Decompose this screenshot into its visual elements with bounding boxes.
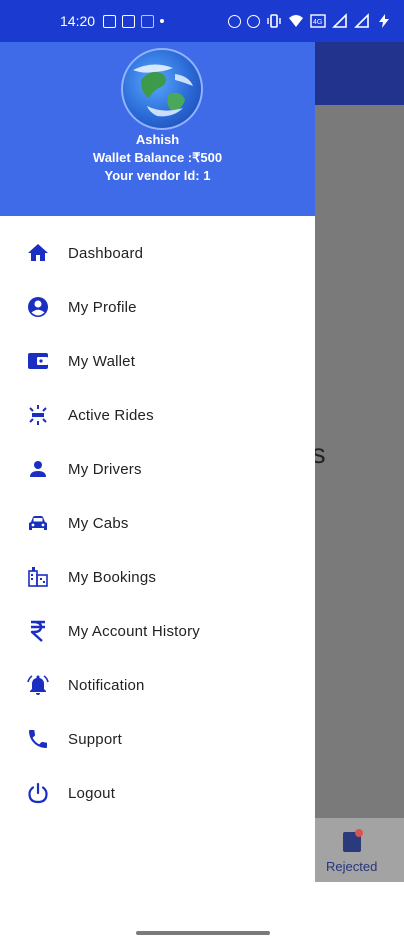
avatar[interactable] xyxy=(121,48,203,130)
status-time: 14:20 xyxy=(60,13,96,29)
menu-item-dashboard[interactable]: Dashboard xyxy=(0,226,315,280)
account-circle-icon xyxy=(26,295,50,319)
wifi-icon xyxy=(289,15,303,27)
car-icon xyxy=(26,511,50,535)
status-system-icons: 4G xyxy=(228,13,392,29)
menu-item-active-rides[interactable]: Active Rides xyxy=(0,388,315,442)
menu-item-my-account-history[interactable]: My Account History xyxy=(0,604,315,658)
menu-item-label: Support xyxy=(68,730,122,748)
menu-item-label: Active Rides xyxy=(68,406,154,424)
drawer-header: Ashish Wallet Balance :₹500 Your vendor … xyxy=(0,42,315,216)
menu-item-notification[interactable]: Notification xyxy=(0,658,315,712)
menu-item-my-bookings[interactable]: My Bookings xyxy=(0,550,315,604)
globe-icon xyxy=(133,64,193,117)
phone-icon xyxy=(26,727,50,751)
background-app-bar xyxy=(315,42,404,105)
wallet-icon xyxy=(26,349,50,373)
menu-item-label: My Profile xyxy=(68,298,137,316)
wallet-balance: Wallet Balance :₹500 xyxy=(92,150,223,165)
status-bar: 14:20 4G xyxy=(0,0,404,42)
signal-icon xyxy=(332,13,347,28)
svg-text:4G: 4G xyxy=(313,19,322,26)
home-icon xyxy=(26,241,50,265)
menu-item-label: My Account History xyxy=(68,622,200,640)
menu-item-my-wallet[interactable]: My Wallet xyxy=(0,334,315,388)
menu-item-logout[interactable]: Logout xyxy=(0,766,315,820)
drawer-menu: Dashboard My Profile My Wallet Active Ri… xyxy=(0,226,315,820)
menu-item-my-cabs[interactable]: My Cabs xyxy=(0,496,315,550)
power-icon xyxy=(26,781,50,805)
message-notification-icon xyxy=(103,14,117,28)
vibrate-icon xyxy=(267,14,281,28)
bag-notification-icon xyxy=(141,14,155,28)
rejected-tab[interactable]: Rejected xyxy=(315,818,404,882)
signal-2-icon xyxy=(354,13,369,28)
home-indicator[interactable] xyxy=(136,931,270,935)
menu-item-label: My Drivers xyxy=(68,460,142,478)
menu-item-label: Notification xyxy=(68,676,145,694)
rejected-label: Rejected xyxy=(326,859,378,874)
vendor-id: Your vendor Id: 1 xyxy=(104,168,211,183)
badge-dot-icon xyxy=(355,829,363,837)
user-name: Ashish xyxy=(135,132,180,147)
menu-item-label: My Bookings xyxy=(68,568,157,586)
rupee-icon xyxy=(26,619,50,643)
more-notifications-icon xyxy=(160,19,165,23)
menu-item-support[interactable]: Support xyxy=(0,712,315,766)
app-notification-icon xyxy=(122,14,136,28)
data-saver-icon xyxy=(228,14,241,28)
menu-item-label: My Wallet xyxy=(68,352,136,370)
person-icon xyxy=(26,457,50,481)
status-notification-icons xyxy=(103,14,165,28)
menu-item-my-drivers[interactable]: My Drivers xyxy=(0,442,315,496)
menu-item-label: My Cabs xyxy=(68,514,129,532)
menu-item-my-profile[interactable]: My Profile xyxy=(0,280,315,334)
menu-item-label: Logout xyxy=(68,784,116,802)
alarm-icon xyxy=(247,14,260,28)
volte-icon: 4G xyxy=(310,14,326,28)
background-bottom-nav: Rejected xyxy=(315,818,404,882)
background-content xyxy=(315,105,404,882)
navigation-bar xyxy=(0,882,404,942)
bookings-icon xyxy=(26,565,50,589)
menu-item-label: Dashboard xyxy=(68,244,144,262)
battery-charging-icon xyxy=(379,14,389,28)
notification-bell-icon xyxy=(26,673,50,697)
active-rides-icon xyxy=(26,403,50,427)
navigation-drawer: Ashish Wallet Balance :₹500 Your vendor … xyxy=(0,42,315,840)
